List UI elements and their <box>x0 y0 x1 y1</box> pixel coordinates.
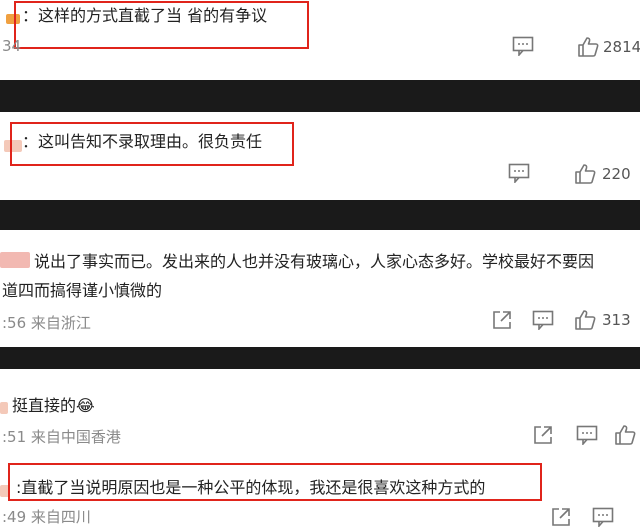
thumbs-up-icon[interactable] <box>574 163 596 185</box>
separator-band <box>0 347 640 369</box>
share-icon[interactable] <box>491 309 513 331</box>
comment-icon[interactable] <box>508 163 530 183</box>
comment-meta: :51 来自中国香港 <box>2 428 121 446</box>
comment-text-line2: 道四而搞得谨小慎微的 <box>2 281 163 300</box>
comment-icon[interactable] <box>592 507 614 527</box>
highlight-box <box>8 463 542 501</box>
thumbs-up-icon[interactable] <box>614 424 636 446</box>
share-icon[interactable] <box>550 506 572 528</box>
laughing-emoji: 😂 <box>76 396 95 415</box>
separator-band <box>0 80 640 112</box>
like-count: 313 <box>602 311 631 329</box>
comment-meta: :56 来自浙江 <box>2 314 91 332</box>
comment-icon[interactable] <box>512 36 534 56</box>
blurred-username <box>0 252 30 268</box>
comment-icon[interactable] <box>576 425 598 445</box>
comment-icon[interactable] <box>532 310 554 330</box>
thumbs-up-icon[interactable] <box>577 36 599 58</box>
blurred-username <box>0 402 8 414</box>
thumbs-up-icon[interactable] <box>574 309 596 331</box>
comment-meta: 34 <box>2 37 22 55</box>
highlight-box <box>14 1 309 49</box>
comment-meta: :49 来自四川 <box>2 508 91 526</box>
separator-band <box>0 200 640 230</box>
comment-text: 挺直接的😂 <box>12 396 95 416</box>
comment-text-body: 挺直接的 <box>12 396 77 415</box>
like-count: 2814 <box>603 38 640 56</box>
like-count: 220 <box>602 165 631 183</box>
highlight-box <box>10 122 294 166</box>
comment-text-line1: 说出了事实而已。发出来的人也并没有玻璃心，人家心态多好。学校最好不要因 <box>34 252 595 271</box>
share-icon[interactable] <box>532 424 554 446</box>
